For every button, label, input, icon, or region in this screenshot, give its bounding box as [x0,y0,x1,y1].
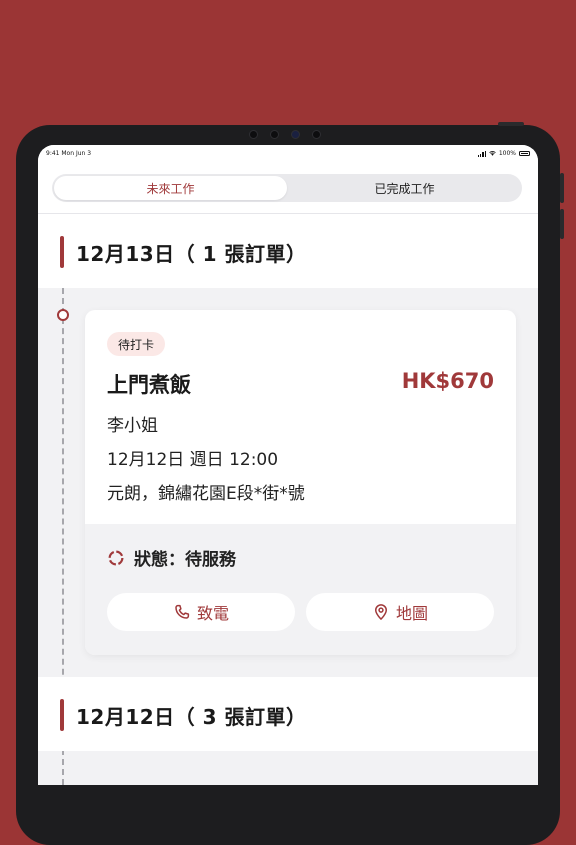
status-time: 9:41 Mon Jun 3 [46,150,92,157]
map-button-label: 地圖 [395,604,428,623]
map-button[interactable]: 地圖 [306,593,494,631]
wifi-icon [489,151,496,156]
order-status: 狀態：待服務 [107,545,236,570]
timeline-dot [57,309,69,321]
volume-up-button [560,173,564,203]
sensor-icon [312,130,321,139]
camera-array [249,130,321,139]
cellular-signal-icon [477,150,486,157]
volume-down-button [560,209,564,239]
order-card[interactable]: 待打卡 上門煮飯 HK$670 李小姐 12月12日 週日 12:00 元朗，錦… [85,310,516,655]
order-price: HK$670 [401,369,494,393]
date-group-label: 12月13日（ 1 張訂單） [76,242,307,266]
battery-icon [519,151,530,156]
front-camera-icon [291,130,300,139]
location-pin-icon [374,604,387,620]
call-button[interactable]: 致電 [107,593,295,631]
card-footer: 狀態：待服務 致電 地圖 [85,524,516,655]
tab-upcoming-jobs[interactable]: 未來工作 [54,176,287,200]
section-accent-bar [60,236,64,268]
header: 未來工作 已完成工作 [38,163,538,214]
status-badge: 待打卡 [107,332,166,356]
battery-percent: 100% [498,150,516,157]
customer-name: 李小姐 [107,416,158,436]
service-address: 元朗，錦繡花園E段*街*號 [107,484,305,504]
service-title: 上門煮飯 [107,373,191,397]
tab-completed-jobs[interactable]: 已完成工作 [289,176,520,200]
pending-status-icon [108,550,124,565]
camera-icon [249,130,258,139]
status-bar: 9:41 Mon Jun 3 100% [38,145,538,163]
order-status-label: 狀態：待服務 [134,550,236,570]
call-button-label: 致電 [196,604,229,623]
date-group-header: 12月13日（ 1 張訂單） [38,214,538,288]
top-button [498,122,524,126]
phone-icon [175,604,190,619]
sensor-icon [270,130,279,139]
date-group-label: 12月12日（ 3 張訂單） [76,705,307,729]
appointment-datetime: 12月12日 週日 12:00 [107,450,279,470]
app-screen: 9:41 Mon Jun 3 100% 未來工作 已完成工作 12月13日（ 1… [38,145,538,785]
segmented-control: 未來工作 已完成工作 [52,174,522,202]
date-group-header: 12月12日（ 3 張訂單） [38,677,538,751]
section-accent-bar [60,699,64,731]
